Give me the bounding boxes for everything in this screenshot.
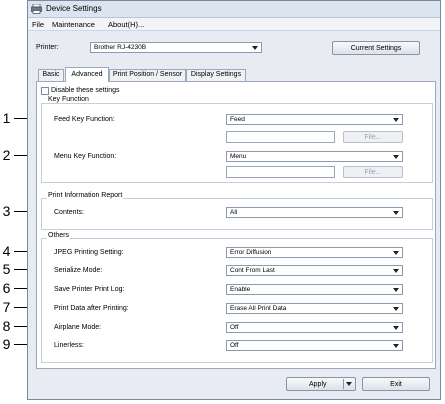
chevron-down-icon	[393, 118, 399, 122]
apply-split-divider	[343, 379, 344, 389]
jpeg-printing-value: Error Diffusion	[230, 249, 272, 256]
contents-value: All	[230, 209, 238, 216]
menu-maintenance[interactable]: Maintenance	[52, 20, 95, 29]
current-settings-button[interactable]: Current Settings	[332, 41, 420, 55]
callout-5: 5	[2, 261, 11, 277]
menu-key-file-button[interactable]: File...	[343, 166, 403, 178]
chevron-down-icon	[393, 326, 399, 330]
chevron-down-icon	[252, 46, 258, 50]
serialize-mode-value: Cont From Last	[230, 267, 275, 274]
airplane-mode-value: Off	[230, 324, 239, 331]
disable-settings-label: Disable these settings	[51, 87, 120, 94]
print-data-after-select[interactable]: Erase All Print Data	[226, 303, 403, 314]
chevron-down-icon	[393, 344, 399, 348]
chevron-down-icon[interactable]	[346, 382, 352, 386]
tab-display-settings[interactable]: Display Settings	[186, 69, 246, 81]
callout-1: 1	[2, 110, 11, 126]
chevron-down-icon	[393, 269, 399, 273]
feed-key-value: Feed	[230, 116, 245, 123]
print-info-title: Print Information Report	[47, 192, 124, 199]
menu-key-value: Menu	[230, 153, 247, 160]
contents-select[interactable]: All	[226, 207, 403, 218]
callout-6: 6	[2, 280, 11, 296]
printer-select[interactable]: Brother RJ-4230B	[90, 42, 262, 53]
feed-key-select[interactable]: Feed	[226, 114, 403, 125]
printer-label: Printer:	[36, 44, 59, 51]
print-data-after-value: Erase All Print Data	[230, 305, 287, 312]
callout-8: 8	[2, 318, 11, 334]
title-bar: Device Settings	[28, 1, 440, 18]
tab-basic[interactable]: Basic	[38, 69, 64, 81]
callout-2: 2	[2, 147, 11, 163]
save-print-log-value: Enable	[230, 286, 251, 293]
disable-settings-checkbox[interactable]	[41, 87, 49, 95]
airplane-mode-label: Airplane Mode:	[54, 324, 102, 331]
callout-4: 4	[2, 243, 11, 259]
menu-bar: File Maintenance About(H)...	[28, 18, 440, 31]
chevron-down-icon	[393, 288, 399, 292]
advanced-panel: Disable these settings Key Function Feed…	[36, 81, 436, 369]
tab-print-position-sensor[interactable]: Print Position / Sensor	[109, 69, 186, 81]
chevron-down-icon	[393, 155, 399, 159]
menu-file[interactable]: File	[32, 20, 44, 29]
printer-select-value: Brother RJ-4230B	[94, 44, 147, 51]
print-data-after-label: Print Data after Printing:	[54, 305, 129, 312]
linerless-value: Off	[230, 342, 239, 349]
jpeg-printing-select[interactable]: Error Diffusion	[226, 247, 403, 258]
save-print-log-label: Save Printer Print Log:	[54, 286, 125, 293]
apply-button-label: Apply	[309, 381, 327, 388]
linerless-label: Linerless:	[54, 342, 84, 349]
jpeg-printing-label: JPEG Printing Setting:	[54, 249, 124, 256]
menu-key-file-path[interactable]	[226, 166, 335, 178]
linerless-select[interactable]: Off	[226, 340, 403, 351]
menu-key-select[interactable]: Menu	[226, 151, 403, 162]
feed-key-file-path[interactable]	[226, 131, 335, 143]
serialize-mode-select[interactable]: Cont From Last	[226, 265, 403, 276]
chevron-down-icon	[393, 251, 399, 255]
save-print-log-select[interactable]: Enable	[226, 284, 403, 295]
others-title: Others	[47, 232, 71, 239]
chevron-down-icon	[393, 211, 399, 215]
callout-7: 7	[2, 299, 11, 315]
feed-key-label: Feed Key Function:	[54, 116, 115, 123]
device-settings-window: Device Settings File Maintenance About(H…	[27, 0, 441, 400]
exit-button[interactable]: Exit	[362, 377, 430, 391]
callout-9: 9	[2, 336, 11, 352]
feed-key-file-button[interactable]: File...	[343, 131, 403, 143]
menu-about[interactable]: About(H)...	[108, 20, 144, 29]
window-title: Device Settings	[46, 4, 102, 13]
airplane-mode-select[interactable]: Off	[226, 322, 403, 333]
chevron-down-icon	[393, 307, 399, 311]
serialize-mode-label: Serialize Mode:	[54, 267, 103, 274]
contents-label: Contents:	[54, 209, 84, 216]
key-function-title: Key Function	[47, 96, 90, 103]
printer-app-icon	[31, 4, 42, 14]
callout-3: 3	[2, 203, 11, 219]
menu-key-label: Menu Key Function:	[54, 153, 117, 160]
tab-advanced[interactable]: Advanced	[65, 67, 109, 82]
